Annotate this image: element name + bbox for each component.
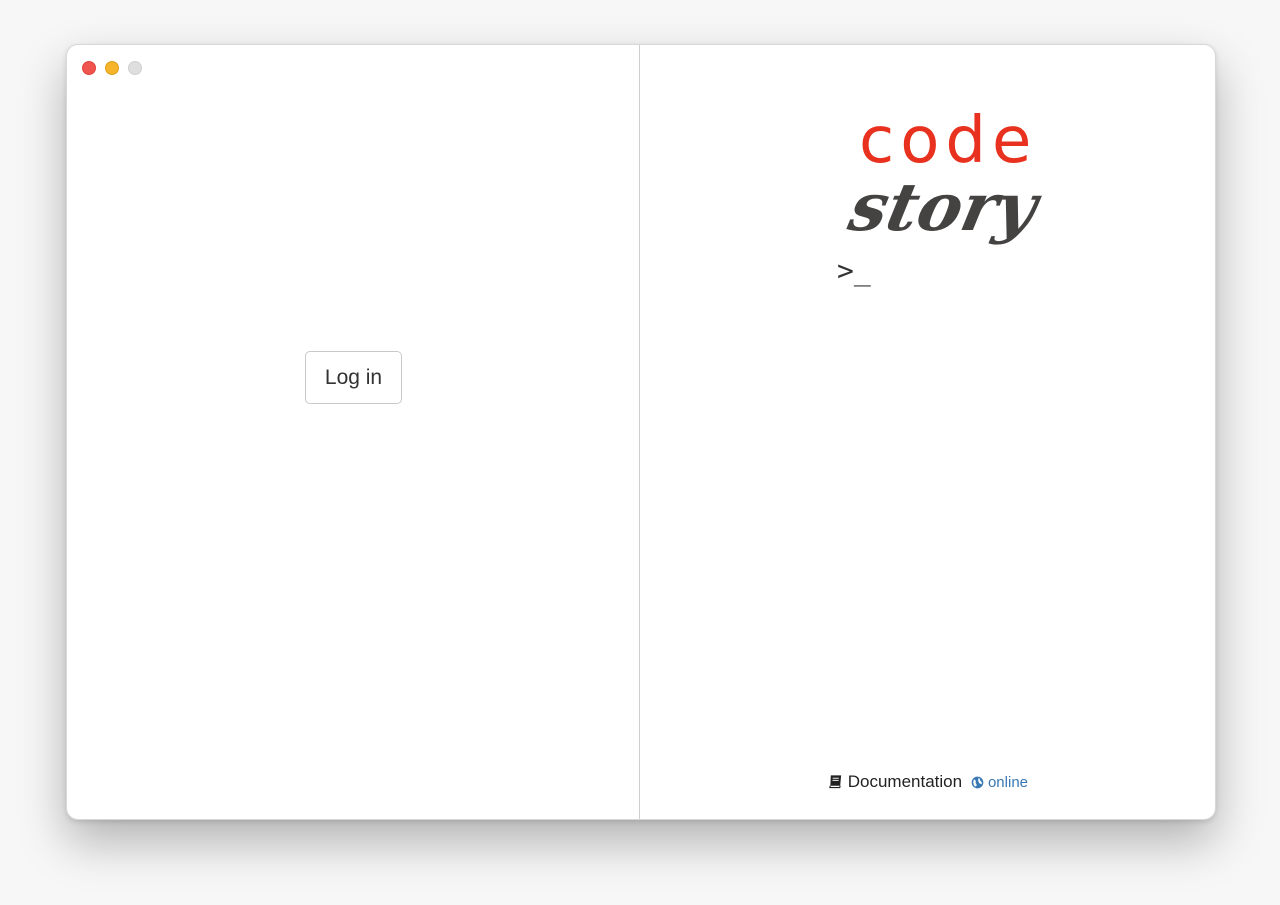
logo-story-text: story xyxy=(842,168,1045,246)
codestory-logo: code story >_ xyxy=(811,103,1051,287)
footer: Documentation online xyxy=(641,772,1215,794)
minimize-window-button[interactable] xyxy=(105,61,119,75)
maximize-window-button[interactable] xyxy=(128,61,142,75)
documentation-link[interactable]: Documentation xyxy=(848,772,962,791)
close-window-button[interactable] xyxy=(82,61,96,75)
login-button[interactable]: Log in xyxy=(305,351,402,404)
window-controls xyxy=(82,61,142,75)
online-docs-link[interactable]: online xyxy=(971,774,1028,791)
login-pane: Log in xyxy=(67,45,640,819)
branding-pane: code story >_ Documentation online xyxy=(641,45,1215,819)
online-link-label: online xyxy=(987,774,1029,791)
book-icon xyxy=(828,774,843,794)
globe-icon xyxy=(971,776,984,793)
app-window: Log in code story >_ Documentation onlin… xyxy=(66,44,1216,820)
logo-prompt-text: >_ xyxy=(837,254,871,287)
